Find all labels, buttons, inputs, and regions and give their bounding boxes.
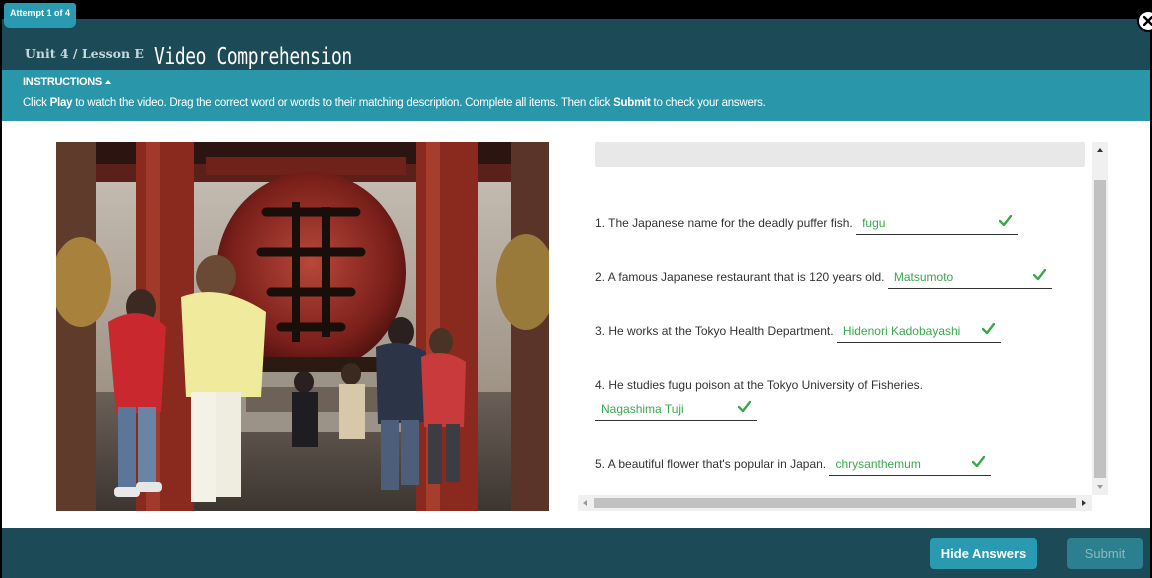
instructions-play-word: Play <box>49 97 73 109</box>
horizontal-scrollbar[interactable] <box>578 495 1092 511</box>
instructions-heading: INSTRUCTIONS <box>23 76 102 88</box>
title-bar: Unit 4 / Lesson E Video Comprehension <box>2 19 1150 70</box>
attempt-badge: Attempt 1 of 4 <box>4 3 77 28</box>
instructions-submit-word: Submit <box>613 97 651 109</box>
close-button[interactable] <box>1137 10 1152 32</box>
quiz-item-3: 3. He works at the Tokyo Health Departme… <box>595 323 1001 343</box>
check-icon <box>738 401 751 412</box>
unit-label: Unit 4 / Lesson E <box>25 46 144 61</box>
quiz-panel: 1. The Japanese name for the deadly puff… <box>578 142 1108 511</box>
caret-up-icon <box>104 80 111 85</box>
quiz-item-4: 4. He studies fugu poison at the Tokyo U… <box>595 378 923 421</box>
page-title: Video Comprehension <box>154 44 352 70</box>
answer-text: Hidenori Kadobayashi <box>842 324 961 338</box>
word-bank <box>595 142 1085 167</box>
answer-text: Nagashima Tuji <box>601 402 684 416</box>
item-number: 2. <box>595 270 606 284</box>
answer-slot[interactable]: Hidenori Kadobayashi <box>836 323 1001 343</box>
answer-slot[interactable]: chrysanthemum <box>829 456 992 476</box>
check-icon <box>999 215 1013 226</box>
instructions-toggle[interactable]: INSTRUCTIONS <box>23 76 111 88</box>
item-text: He works at the Tokyo Health Department. <box>608 324 834 338</box>
vertical-scrollbar[interactable] <box>1092 142 1108 495</box>
answer-slot[interactable]: Matsumoto <box>887 269 1052 289</box>
scroll-up-icon[interactable] <box>1097 148 1103 152</box>
activity-window: Attempt 1 of 4 Unit 4 / Lesson E Video C… <box>0 0 1152 578</box>
instructions-text-part: to check your answers. <box>650 97 766 109</box>
submit-button[interactable]: Submit <box>1067 538 1143 569</box>
check-icon <box>1032 269 1046 280</box>
item-number: 3. <box>595 324 606 338</box>
check-icon <box>981 323 995 334</box>
content-area: 1. The Japanese name for the deadly puff… <box>2 121 1150 528</box>
scroll-left-icon[interactable] <box>583 500 587 506</box>
video-frame <box>56 142 549 511</box>
scroll-down-icon[interactable] <box>1097 485 1103 489</box>
quiz-item-2: 2. A famous Japanese restaurant that is … <box>595 269 1052 289</box>
answer-slot[interactable]: Nagashima Tuji <box>595 401 757 421</box>
footer-bar: Hide Answers Submit <box>2 528 1150 578</box>
scroll-right-icon[interactable] <box>1082 500 1086 506</box>
item-number: 5. <box>595 457 606 471</box>
vertical-scroll-thumb[interactable] <box>1094 180 1106 478</box>
item-number: 1. <box>595 216 606 230</box>
item-text: He studies fugu poison at the Tokyo Univ… <box>608 378 923 392</box>
item-text: The Japanese name for the deadly puffer … <box>608 216 853 230</box>
video-player[interactable] <box>56 142 549 511</box>
instructions-text-part: to watch the video. Drag the correct wor… <box>72 97 614 109</box>
answer-text: Matsumoto <box>893 270 954 284</box>
quiz-item-5: 5. A beautiful flower that's popular in … <box>595 456 992 476</box>
item-text: A beautiful flower that's popular in Jap… <box>607 457 827 471</box>
answer-text: fugu <box>862 216 886 230</box>
quiz-item-1: 1. The Japanese name for the deadly puff… <box>595 215 1019 235</box>
quiz-scroll-area[interactable]: 1. The Japanese name for the deadly puff… <box>578 142 1092 495</box>
close-icon <box>1143 16 1152 26</box>
item-text: A famous Japanese restaurant that is 120… <box>607 270 885 284</box>
instructions-panel: INSTRUCTIONS Click Play to watch the vid… <box>2 70 1150 121</box>
answer-text: chrysanthemum <box>835 457 921 471</box>
instructions-text-part: Click <box>23 97 50 109</box>
horizontal-scroll-thumb[interactable] <box>594 498 1076 508</box>
check-icon <box>972 456 986 467</box>
instructions-text: Click Play to watch the video. Drag the … <box>23 97 766 109</box>
answer-slot[interactable]: fugu <box>856 215 1019 235</box>
item-number: 4. <box>595 378 606 392</box>
hide-answers-button[interactable]: Hide Answers <box>930 538 1037 569</box>
